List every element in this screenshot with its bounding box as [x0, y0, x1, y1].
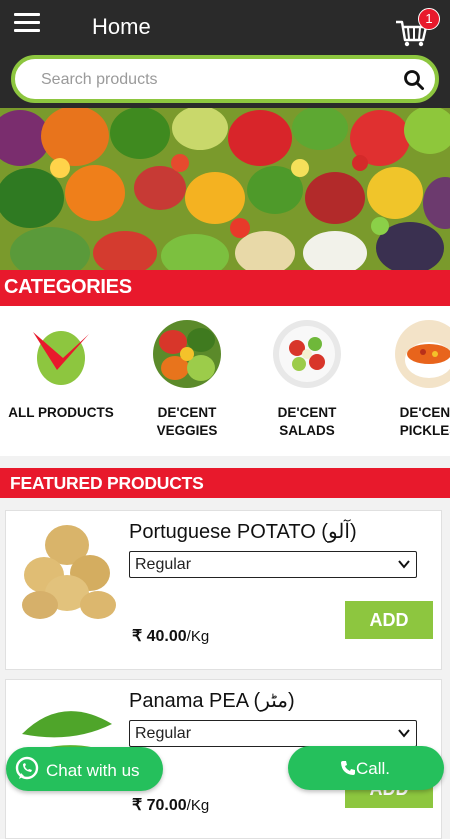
potato-image — [22, 525, 116, 619]
categories-heading: CATEGORIES — [4, 276, 132, 298]
category-all-products[interactable]: ALL PRODUCTS — [6, 320, 116, 422]
chat-label: Chat with us — [46, 761, 140, 780]
salads-image — [273, 320, 341, 388]
add-to-cart-button[interactable]: ADD — [345, 601, 433, 639]
featured-heading-bar: FEATURED PRODUCTS — [0, 468, 450, 498]
hamburger-menu-icon[interactable] — [14, 13, 40, 33]
whatsapp-icon — [15, 756, 39, 780]
product-price: ₹ 70.00/Kg — [132, 797, 210, 814]
all-products-logo-icon — [27, 320, 95, 388]
cart-button[interactable]: 1 — [394, 8, 444, 47]
category-label: ALL PRODUCTS — [8, 405, 114, 420]
app-header: Home 1 — [0, 0, 450, 108]
category-label: DE'CENT VEGGIES — [156, 405, 218, 438]
search-icon[interactable] — [403, 69, 425, 91]
categories-list: ALL PRODUCTS DE'CENT VEGGIES DE'CENT SAL… — [0, 306, 450, 456]
call-label: Call. — [356, 759, 391, 778]
search-input[interactable] — [41, 65, 381, 95]
featured-heading: FEATURED PRODUCTS — [10, 473, 204, 493]
call-button[interactable]: Call. — [288, 746, 444, 790]
product-card: Portuguese POTATO (آلو) Regular ADD ₹ 40… — [5, 510, 442, 670]
page-title: Home — [92, 14, 151, 39]
phone-icon — [341, 761, 355, 775]
cart-count-badge: 1 — [418, 8, 440, 30]
category-veggies[interactable]: DE'CENT VEGGIES — [132, 320, 242, 440]
category-label: DE'CENT SALADS — [277, 405, 337, 438]
category-label: DE'CENT PICKLES — [399, 405, 450, 438]
search-bar — [11, 55, 439, 103]
category-pickles[interactable]: DE'CENT PICKLES — [374, 320, 450, 440]
veggies-image — [153, 320, 221, 388]
product-price: ₹ 40.00/Kg — [132, 628, 210, 645]
whatsapp-chat-button[interactable]: Chat with us — [6, 747, 163, 791]
variant-select[interactable]: Regular — [129, 720, 417, 747]
category-salads[interactable]: DE'CENT SALADS — [252, 320, 362, 440]
pickles-image — [395, 320, 450, 388]
variant-select[interactable]: Regular — [129, 551, 417, 578]
vegetables-banner-image — [0, 108, 450, 270]
product-name: Panama PEA (مٹر) — [129, 690, 295, 712]
product-name: Portuguese POTATO (آلو) — [129, 521, 357, 543]
categories-heading-bar: CATEGORIES — [0, 270, 450, 306]
